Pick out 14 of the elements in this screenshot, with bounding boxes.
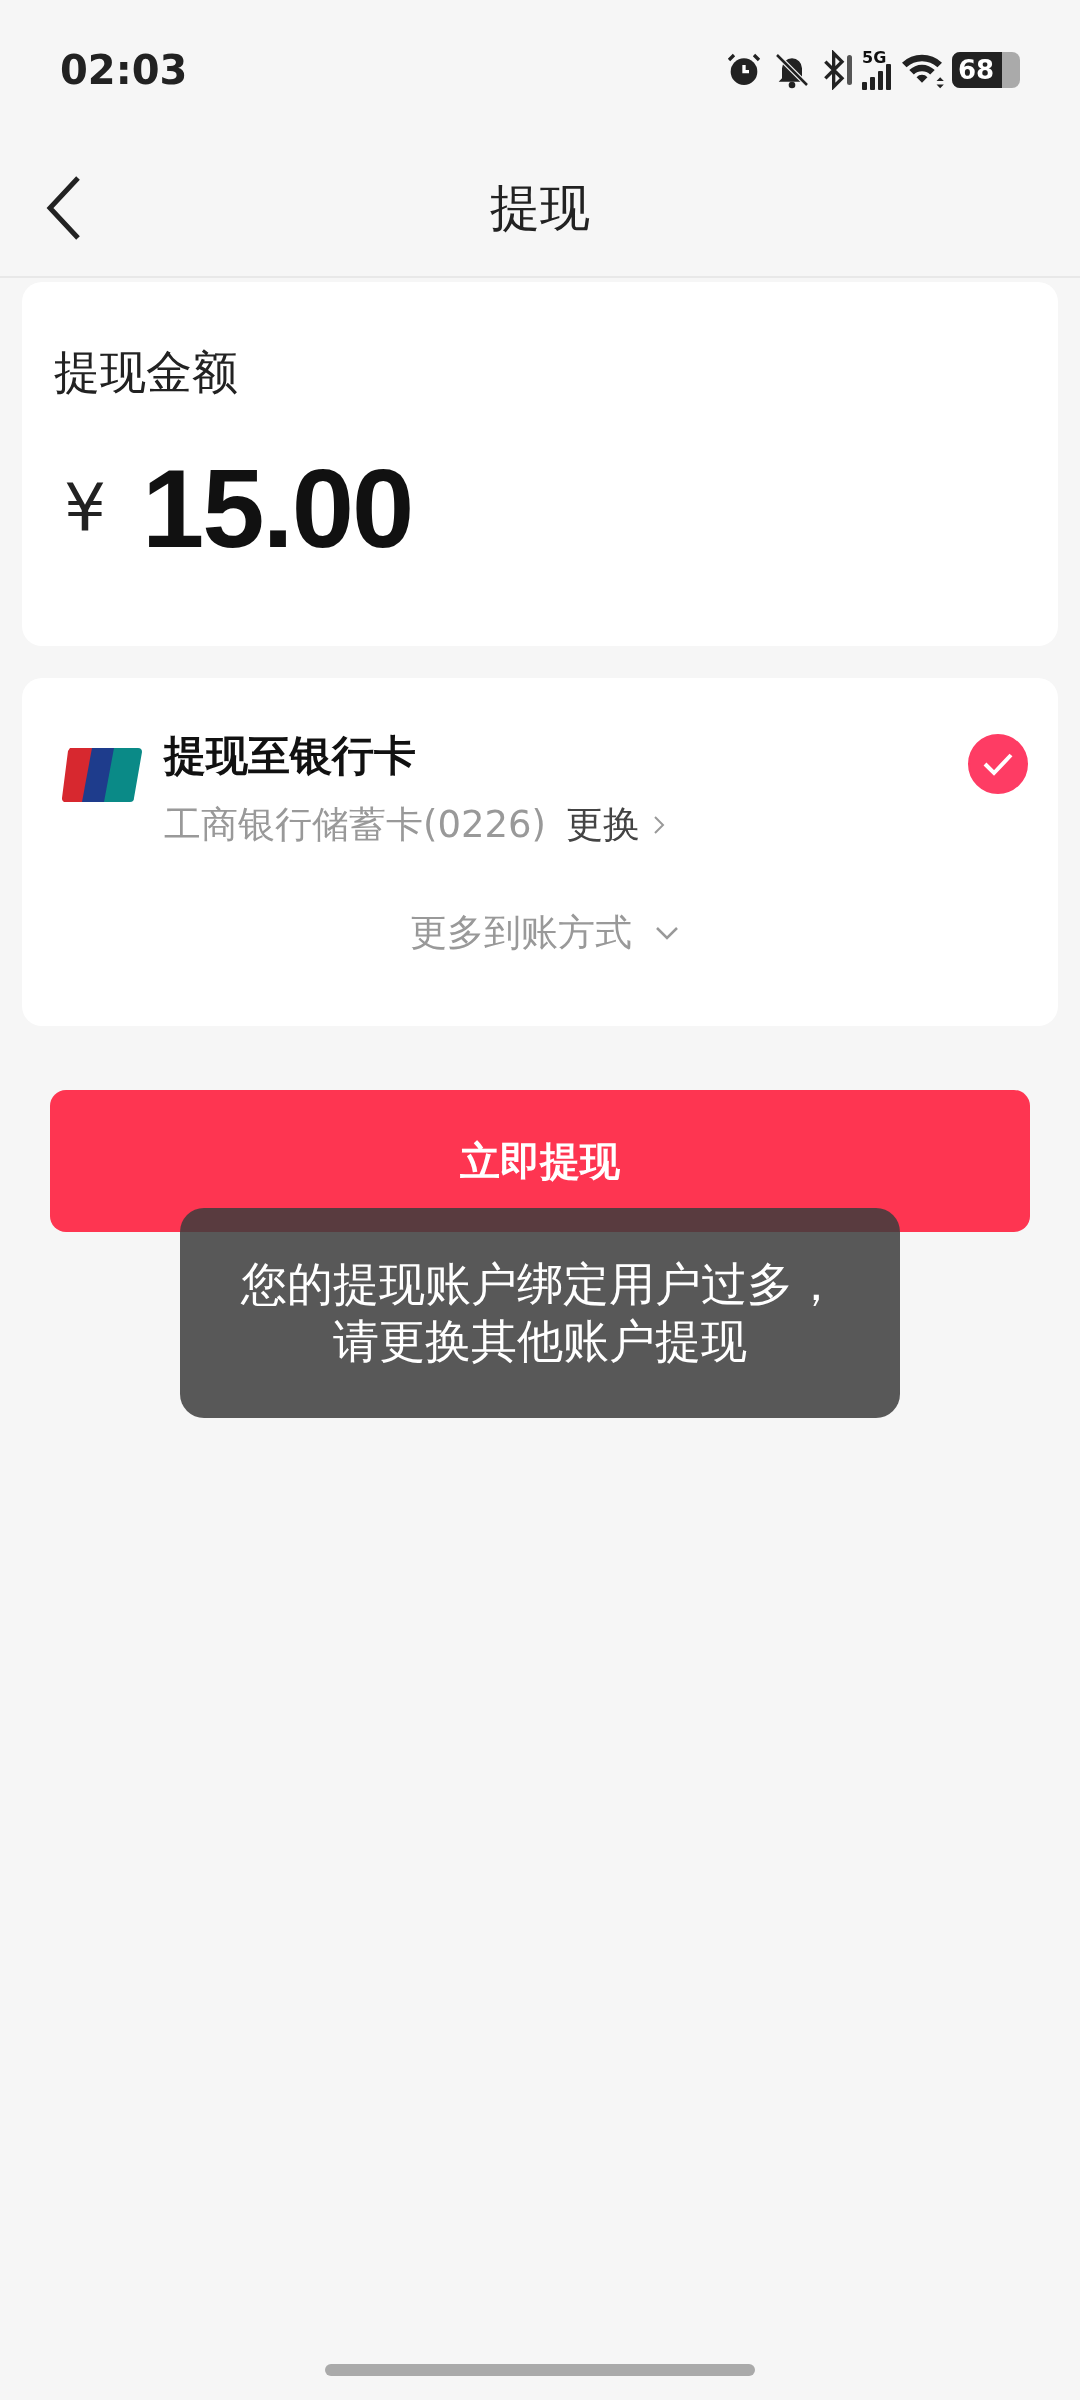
bank-account: 工商银行储蓄卡(0226)	[164, 802, 547, 848]
check-icon	[981, 751, 1015, 777]
selected-checkmark[interactable]	[968, 734, 1028, 794]
change-button[interactable]: 更换	[566, 800, 667, 850]
currency-symbol: ¥	[64, 470, 106, 547]
chevron-down-icon	[654, 925, 680, 941]
battery-icon: 68	[952, 52, 1020, 88]
bank-card-logo-icon	[62, 748, 142, 802]
toast-message: 您的提现账户绑定用户过多， 请更换其他账户提现	[180, 1208, 900, 1418]
amount-value[interactable]: 15.00	[142, 444, 413, 573]
page-title: 提现	[490, 177, 590, 239]
status-time: 02:03	[60, 47, 188, 93]
method-title: 提现至银行卡	[164, 730, 417, 782]
amount-label: 提现金额	[54, 344, 239, 401]
